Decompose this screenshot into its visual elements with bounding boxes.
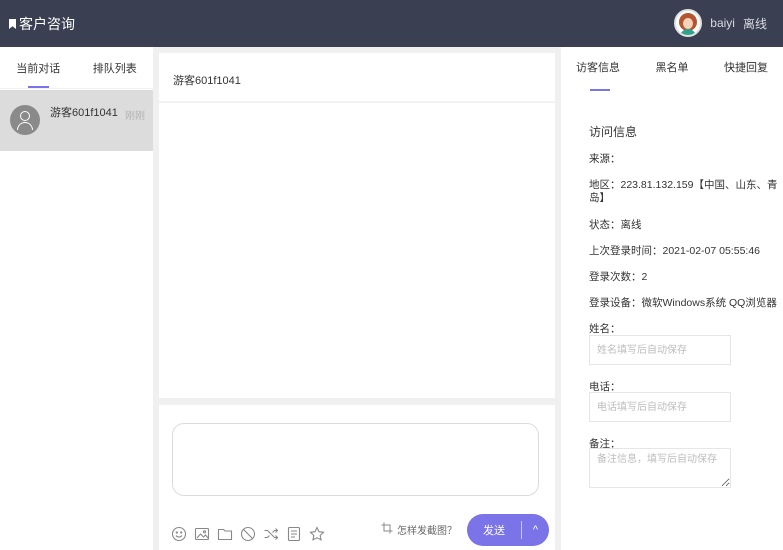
block-icon[interactable]	[240, 526, 256, 542]
user-menu[interactable]: baiyi 离线	[674, 9, 767, 37]
info-status: 状态：离线	[589, 219, 642, 231]
user-avatar-icon	[10, 105, 40, 135]
name-field[interactable]	[589, 335, 731, 365]
message-area[interactable]	[159, 103, 555, 398]
screenshot-help-text: 怎样发截图？	[397, 526, 457, 537]
visitor-tabs: 访客信息 黑名单 快捷回复	[561, 47, 783, 91]
star-icon[interactable]	[309, 526, 325, 542]
info-source: 来源：	[589, 153, 621, 165]
user-name: baiyi	[710, 16, 735, 30]
history-icon[interactable]	[286, 526, 302, 542]
bookmark-icon	[9, 19, 16, 29]
session-panel: 当前对话 排队列表 游客601f1041 刚刚	[0, 47, 153, 550]
top-bar: 客户咨询 baiyi 离线	[0, 0, 783, 47]
visitor-panel: 访客信息 黑名单 快捷回复 访问信息 来源： 地区：223.81.132.159…	[561, 47, 783, 550]
app-title: 客户咨询	[19, 16, 75, 32]
tab-visitor-info[interactable]: 访客信息	[561, 47, 635, 91]
tab-queue-list[interactable]: 排队列表	[77, 47, 154, 88]
avatar[interactable]	[674, 9, 703, 37]
session-item[interactable]: 游客601f1041 刚刚	[0, 90, 153, 151]
emoji-icon[interactable]	[171, 526, 187, 542]
note-field[interactable]	[589, 448, 731, 488]
brand: 客户咨询	[9, 14, 75, 34]
name-label: 姓名：	[589, 323, 621, 335]
screenshot-help-link[interactable]: 怎样发截图？	[381, 522, 457, 537]
info-last-login: 上次登录时间：2021-02-07 05:55:46	[589, 245, 760, 257]
session-time: 刚刚	[125, 111, 145, 122]
transfer-icon[interactable]	[263, 526, 279, 542]
phone-field[interactable]	[589, 392, 731, 422]
session-tabs: 当前对话 排队列表	[0, 47, 153, 89]
tab-quick-reply[interactable]: 快捷回复	[709, 47, 783, 91]
info-region-cont: 岛】	[589, 192, 610, 204]
chat-title: 游客601f1041	[173, 75, 241, 87]
message-input[interactable]	[172, 423, 539, 496]
tab-blacklist[interactable]: 黑名单	[635, 47, 709, 91]
send-button[interactable]: 发送	[467, 522, 521, 538]
send-button-group: 发送 ^	[467, 514, 549, 546]
composer: 怎样发截图？ 发送 ^	[159, 405, 555, 550]
info-login-count: 登录次数：2	[589, 271, 648, 283]
info-device: 登录设备：微软Windows系统 QQ浏览器	[589, 297, 777, 309]
chat-header: 游客601f1041	[159, 53, 555, 102]
tab-current-chats[interactable]: 当前对话	[0, 47, 77, 88]
session-name: 游客601f1041	[50, 107, 118, 119]
user-status: 离线	[742, 16, 767, 31]
folder-icon[interactable]	[217, 526, 233, 542]
send-options-chevron-up-icon[interactable]: ^	[522, 524, 549, 536]
image-icon[interactable]	[194, 526, 210, 542]
info-region: 地区：223.81.132.159【中国、山东、青	[589, 179, 778, 191]
crop-icon	[381, 522, 393, 537]
section-title: 访问信息	[589, 125, 638, 139]
composer-toolbar	[171, 526, 325, 542]
